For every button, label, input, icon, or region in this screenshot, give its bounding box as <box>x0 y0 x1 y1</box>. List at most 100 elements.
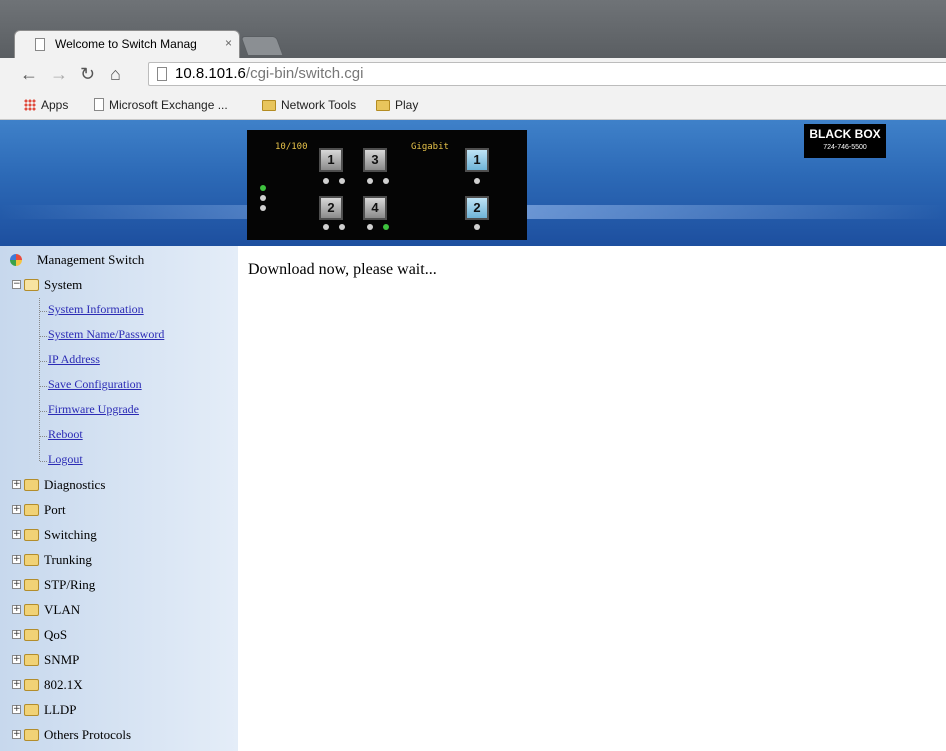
tree-node-label: Trunking <box>44 552 92 567</box>
folder-icon <box>24 604 39 616</box>
browser-tab[interactable]: Welcome to Switch Manag × <box>14 30 240 58</box>
fast-ports-label: 10/100 <box>275 142 308 152</box>
url-host: 10.8.101.6 <box>175 65 246 82</box>
expand-icon[interactable]: + <box>12 705 21 714</box>
black-box-logo: BLACK BOX 724-746-5500 <box>804 124 886 158</box>
bookmark-label: Microsoft Exchange ... <box>109 98 228 112</box>
tree-node-stp-ring[interactable]: + STP/Ring <box>0 574 200 598</box>
gigabit-port-1[interactable]: 1 <box>465 148 489 172</box>
folder-icon <box>24 729 39 741</box>
expand-icon[interactable]: + <box>12 555 21 564</box>
tree-node-label: Switching <box>44 527 97 542</box>
collapse-icon[interactable]: − <box>12 280 21 289</box>
address-bar[interactable]: 10.8.101.6/cgi-bin/switch.cgi <box>148 62 946 86</box>
folder-icon <box>24 479 39 491</box>
tree-node-switching[interactable]: + Switching <box>0 524 200 548</box>
tree-node-label: SNMP <box>44 652 80 667</box>
tree-root-label: Management Switch <box>37 252 145 267</box>
tree-node-others-protocols[interactable]: + Others Protocols <box>0 724 200 748</box>
tree-node-lldp[interactable]: + LLDP <box>0 699 200 723</box>
sidebar-tree: Management Switch − System System Inform… <box>0 246 238 751</box>
page-icon <box>157 67 167 81</box>
port-led <box>367 178 373 184</box>
folder-icon <box>24 504 39 516</box>
link-system-name-password[interactable]: System Name/Password <box>48 327 164 342</box>
home-icon[interactable]: ⌂ <box>110 64 121 84</box>
forward-icon[interactable]: → <box>50 64 68 84</box>
port-led <box>339 178 345 184</box>
tree-node-label: System <box>44 277 83 292</box>
port-2[interactable]: 2 <box>319 196 343 220</box>
link-ip-address[interactable]: IP Address <box>48 352 100 367</box>
gigabit-port-2[interactable]: 2 <box>465 196 489 220</box>
status-message: Download now, please wait... <box>248 261 437 278</box>
bookmark-label: Apps <box>41 98 69 112</box>
link-firmware-upgrade[interactable]: Firmware Upgrade <box>48 402 139 417</box>
port-led <box>383 224 389 230</box>
expand-icon[interactable]: + <box>12 480 21 489</box>
tree-node-label: STP/Ring <box>44 577 96 592</box>
bookmarks-bar: Apps Microsoft Exchange ... Network Tool… <box>0 92 946 120</box>
expand-icon[interactable]: + <box>12 580 21 589</box>
expand-icon[interactable]: + <box>12 530 21 539</box>
expand-icon[interactable]: + <box>12 655 21 664</box>
bookmark-apps[interactable]: Apps <box>24 98 68 112</box>
tree-connector <box>40 361 47 362</box>
bookmark-exchange[interactable]: Microsoft Exchange ... <box>94 98 228 112</box>
port-3[interactable]: 3 <box>363 148 387 172</box>
folder-icon <box>24 679 39 691</box>
gigabit-ports-label: Gigabit <box>411 142 449 152</box>
tree-node-label: QoS <box>44 627 68 642</box>
link-save-configuration[interactable]: Save Configuration <box>48 377 142 392</box>
tree-node-system[interactable]: − System <box>0 274 200 298</box>
tree-node-label: Port <box>44 502 66 517</box>
tree-connector <box>40 461 47 462</box>
port-4[interactable]: 4 <box>363 196 387 220</box>
tree-connector <box>40 436 47 437</box>
bookmark-label: Network Tools <box>281 98 357 112</box>
tree-node-port[interactable]: + Port <box>0 499 200 523</box>
tree-node-diagnostics[interactable]: + Diagnostics <box>0 474 200 498</box>
link-system-information[interactable]: System Information <box>48 302 144 317</box>
link-logout[interactable]: Logout <box>48 452 83 467</box>
globe-icon <box>10 254 22 266</box>
tree-node-snmp[interactable]: + SNMP <box>0 649 200 673</box>
tree-node-qos[interactable]: + QoS <box>0 624 200 648</box>
bookmark-network-tools[interactable]: Network Tools <box>262 98 356 112</box>
tree-node-trunking[interactable]: + Trunking <box>0 549 200 573</box>
tab-title: Welcome to Switch Manag <box>55 37 197 51</box>
tree-node-802-1x[interactable]: +802.1X <box>0 674 200 698</box>
back-icon[interactable]: ← <box>20 64 38 84</box>
bookmark-label: Play <box>395 98 419 112</box>
new-tab-button[interactable] <box>240 36 284 56</box>
port-led <box>474 178 480 184</box>
port-led <box>323 224 329 230</box>
port-led <box>323 178 329 184</box>
tree-node-vlan[interactable]: + VLAN <box>0 599 200 623</box>
tree-node-label: 802.1X <box>44 677 83 692</box>
url-text: 10.8.101.6/cgi-bin/switch.cgi <box>175 65 363 82</box>
port-led <box>474 224 480 230</box>
port-led <box>383 178 389 184</box>
folder-icon <box>24 654 39 666</box>
tree-connector <box>40 411 47 412</box>
reload-icon[interactable]: ↻ <box>80 64 95 84</box>
expand-icon[interactable]: + <box>12 505 21 514</box>
open-folder-icon <box>24 279 39 291</box>
port-1[interactable]: 1 <box>319 148 343 172</box>
port-led <box>339 224 345 230</box>
tree-root: Management Switch <box>0 249 200 273</box>
folder-icon <box>376 100 390 111</box>
link-reboot[interactable]: Reboot <box>48 427 83 442</box>
expand-icon[interactable]: + <box>12 605 21 614</box>
expand-icon[interactable]: + <box>12 730 21 739</box>
expand-icon[interactable]: + <box>12 630 21 639</box>
close-tab-icon[interactable]: × <box>225 36 232 50</box>
folder-icon <box>262 100 276 111</box>
bookmark-play[interactable]: Play <box>376 98 418 112</box>
expand-icon[interactable]: + <box>12 680 21 689</box>
tree-connector <box>40 386 47 387</box>
tree-node-label: Others Protocols <box>44 727 132 742</box>
tree-connector <box>40 311 47 312</box>
folder-icon <box>24 529 39 541</box>
